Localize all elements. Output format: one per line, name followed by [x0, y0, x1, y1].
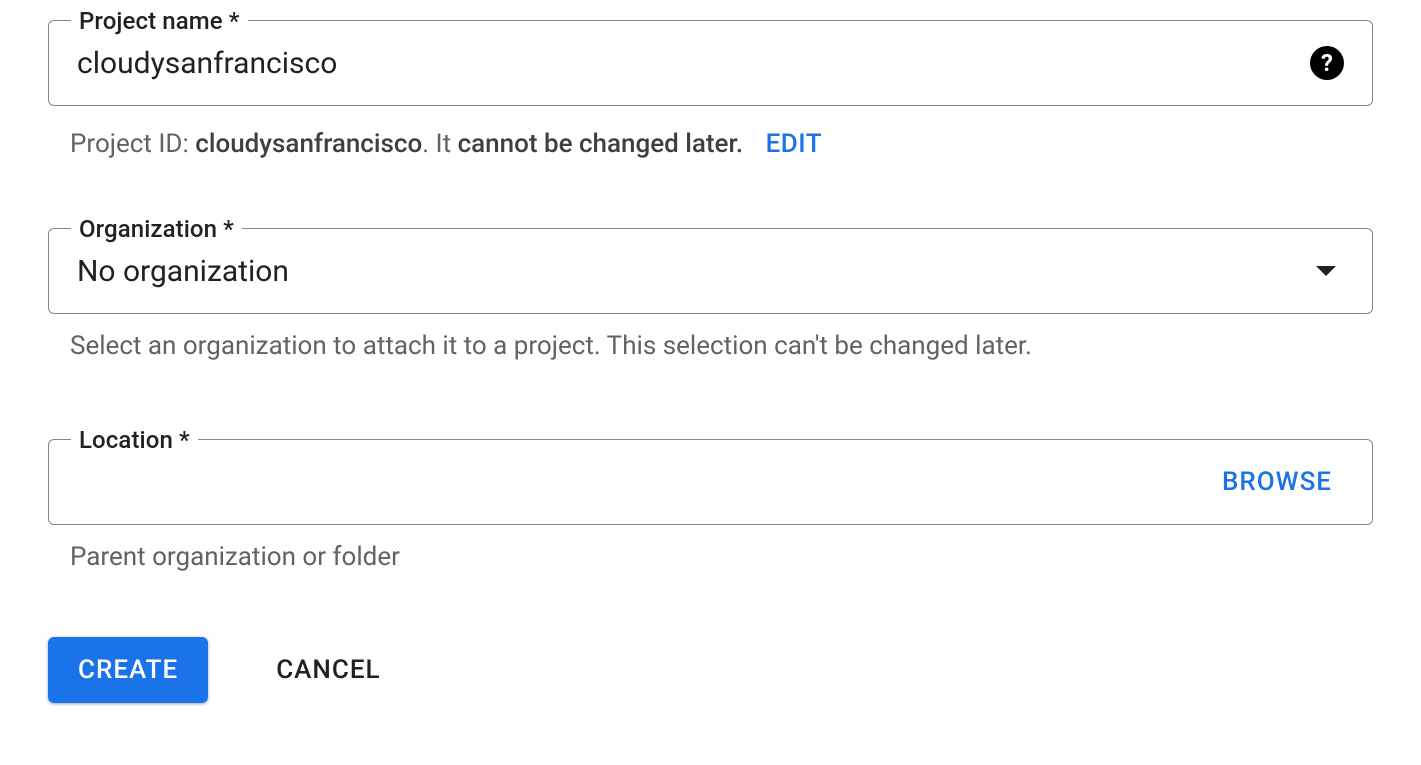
help-icon[interactable]: ? [1310, 46, 1344, 80]
location-input[interactable] [77, 456, 1222, 507]
project-id-prefix: Project ID: [70, 129, 195, 159]
create-button[interactable]: CREATE [48, 637, 208, 703]
browse-button[interactable]: BROWSE [1222, 467, 1332, 497]
project-id-bold: cannot be changed later. [458, 129, 744, 159]
project-name-group: Project name * ? Project ID: cloudysanfr… [48, 20, 1373, 162]
organization-select[interactable]: Organization * No organization [48, 228, 1373, 314]
edit-project-id-link[interactable]: EDIT [766, 129, 823, 159]
cancel-button[interactable]: CANCEL [256, 637, 400, 703]
chevron-down-icon [1316, 266, 1336, 276]
organization-label: Organization * [71, 215, 242, 243]
project-id-helper: Project ID: cloudysanfrancisco. It canno… [48, 106, 1373, 162]
organization-group: Organization * No organization Select an… [48, 228, 1373, 364]
location-field[interactable]: Location * BROWSE [48, 439, 1373, 525]
project-id-value: cloudysanfrancisco [195, 129, 422, 159]
project-name-field[interactable]: Project name * ? [48, 20, 1373, 106]
action-buttons: CREATE CANCEL [48, 637, 1373, 703]
project-name-input[interactable] [77, 38, 1310, 89]
location-group: Location * BROWSE Parent organization or… [48, 439, 1373, 575]
location-helper: Parent organization or folder [48, 525, 1373, 575]
organization-value: No organization [77, 254, 1316, 289]
location-label: Location * [71, 426, 198, 454]
project-id-mid: . It [422, 129, 457, 159]
project-name-label: Project name * [71, 7, 248, 35]
new-project-form: Project name * ? Project ID: cloudysanfr… [48, 20, 1373, 703]
organization-helper: Select an organization to attach it to a… [48, 314, 1373, 364]
